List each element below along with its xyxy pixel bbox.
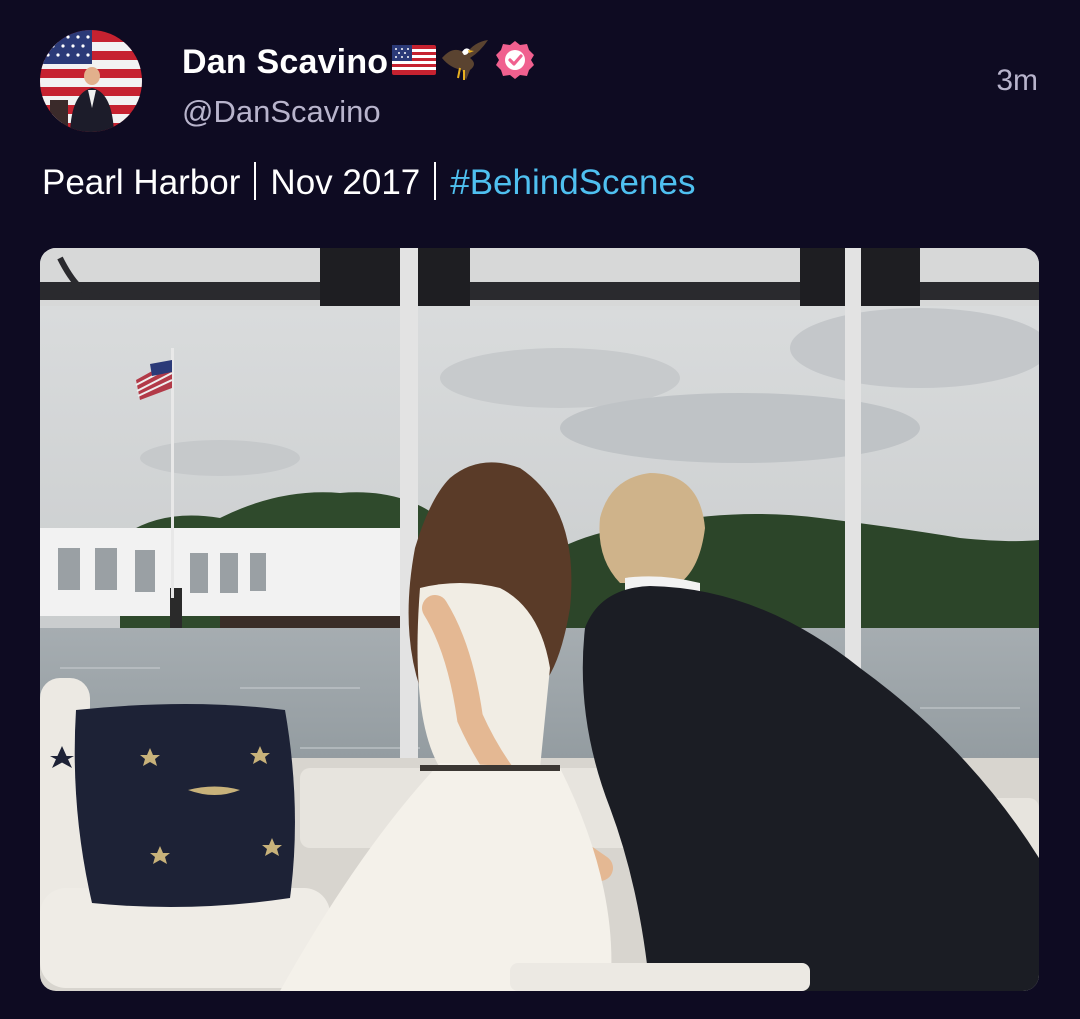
tweet-text-date: Nov 2017 [270, 163, 421, 202]
tweet-media-photo[interactable] [40, 248, 1039, 991]
hashtag-link[interactable]: #BehindScenes [450, 163, 695, 202]
author-handle[interactable]: @DanScavino [182, 94, 381, 130]
tweet-timestamp[interactable]: 3m [996, 64, 1038, 98]
eagle-icon [440, 38, 490, 87]
avatar[interactable] [40, 30, 142, 132]
tweet-text: Pearl Harbor Nov 2017 #BehindScenes [42, 162, 695, 203]
author-name-row[interactable]: Dan Scavino [182, 38, 536, 87]
star-pillow [50, 704, 295, 907]
verified-badge-icon [494, 39, 536, 86]
author-display-name[interactable]: Dan Scavino [182, 43, 388, 82]
avatar-image [40, 30, 142, 132]
text-divider [254, 162, 257, 200]
tweet-text-location: Pearl Harbor [42, 163, 241, 202]
photo-illustration [40, 248, 1039, 991]
text-divider [434, 162, 437, 200]
us-flag-icon [392, 44, 437, 80]
